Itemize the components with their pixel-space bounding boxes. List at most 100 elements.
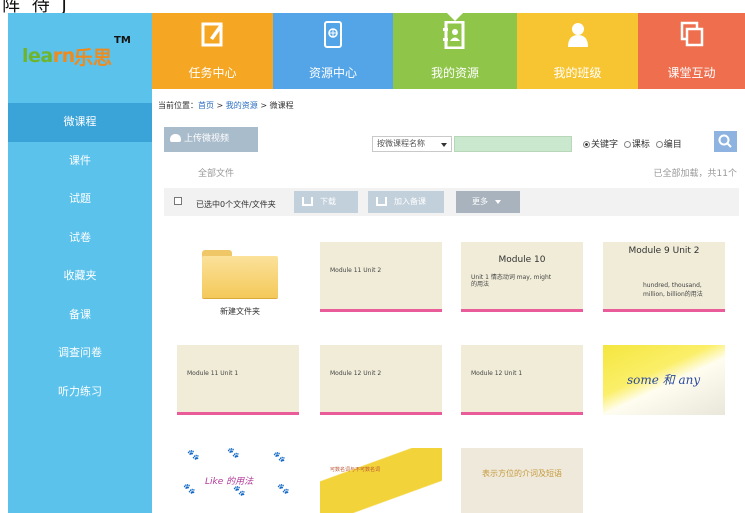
radio-label: 编目 <box>663 140 682 150</box>
download-button[interactable]: 下载 <box>294 191 358 213</box>
upload-video-button[interactable]: 上传微视频 <box>164 127 258 152</box>
select-all-checkbox[interactable] <box>174 197 182 205</box>
thumb-caption: Module 11 Unit 2 <box>330 267 382 274</box>
cart-icon <box>376 197 387 206</box>
nav-tile-my-class[interactable]: 我的班级 <box>517 13 638 89</box>
paw-icon: 🐾 <box>233 486 246 497</box>
video-thumb-like-usage[interactable]: 🐾 🐾 🐾 🐾 🐾 🐾 Like 的用法 <box>177 448 299 513</box>
nav-tile-label: 课堂互动 <box>667 66 716 80</box>
search-type-select[interactable]: 按微课程名称 <box>372 136 452 152</box>
more-button[interactable]: 更多 <box>456 191 520 213</box>
upload-button-label: 上传微视频 <box>184 134 230 144</box>
search-mode-radios: 关键字 课标 编目 <box>583 137 685 150</box>
chevron-down-icon <box>495 200 501 204</box>
video-thumb-prepositions[interactable]: 表示方位的介词及短语 <box>461 448 583 513</box>
copy-windows-icon <box>680 21 703 47</box>
thumb-title: Module 10 <box>498 255 546 265</box>
nav-tile-label: 我的班级 <box>553 66 602 80</box>
logo-tm: TM <box>114 35 131 46</box>
video-thumb-countable-nouns[interactable]: 可数名词与不可数名词 <box>320 448 442 513</box>
selected-count-text: 已选中0个文件/文件夹 <box>196 200 276 209</box>
person-icon <box>567 23 588 47</box>
thumb-background <box>320 448 442 513</box>
thumb-caption: 可数名词与不可数名词 <box>330 467 381 473</box>
paw-icon: 🐾 <box>273 452 286 463</box>
thumb-caption: 的用法 <box>471 281 490 288</box>
all-files-label[interactable]: 全部文件 <box>198 166 234 179</box>
video-thumb-module11-unit1[interactable]: Module 11 Unit 1 <box>177 345 299 415</box>
paw-icon: 🐾 <box>277 484 290 495</box>
breadcrumb-separator: > <box>257 101 270 110</box>
video-thumb-module12-unit1[interactable]: Module 12 Unit 1 <box>461 345 583 415</box>
radio-dot-icon <box>655 141 663 148</box>
sidebar: learn 乐思 TM 微课程 课件 试题 试卷 收藏夹 备课 调查问卷 听力练… <box>8 13 152 513</box>
nav-tile-label: 我的资源 <box>430 66 479 80</box>
search-button[interactable] <box>714 131 737 152</box>
cloud-upload-icon <box>170 134 181 142</box>
video-thumb-module11-unit2[interactable]: Module 11 Unit 2 <box>320 242 442 312</box>
logo-word: learn <box>22 45 75 67</box>
sidebar-item-lesson-prep[interactable]: 备课 <box>8 296 152 335</box>
radio-dot-icon <box>583 141 590 148</box>
paw-icon: 🐾 <box>183 484 196 495</box>
thumb-title: Module 9 Unit 2 <box>628 246 700 256</box>
thumb-title: 表示方位的介词及短语 <box>482 469 562 478</box>
sidebar-menu: 微课程 课件 试题 试卷 收藏夹 备课 调查问卷 听力练习 <box>8 103 152 411</box>
action-bar: 已选中0个文件/文件夹 下载 加入备课 更多 <box>164 188 739 216</box>
sidebar-item-courseware[interactable]: 课件 <box>8 142 152 181</box>
thumb-title: some 和 any <box>627 373 701 387</box>
sidebar-item-favorites[interactable]: 收藏夹 <box>8 257 152 296</box>
breadcrumb-current: 微课程 <box>269 101 294 110</box>
nav-tile-my-resources[interactable]: 我的资源 <box>393 13 517 89</box>
radio-catalog[interactable]: 编目 <box>655 137 682 150</box>
tablet-globe-icon <box>324 21 342 48</box>
radio-keyword[interactable]: 关键字 <box>583 137 618 150</box>
thumb-caption: Module 12 Unit 2 <box>330 370 382 377</box>
logo-chinese: 乐思 <box>74 47 113 69</box>
nav-tile-tasks[interactable]: 任务中心 <box>152 13 273 89</box>
search-input[interactable] <box>454 136 572 152</box>
thumb-caption: million, billion的用法 <box>643 291 703 298</box>
radio-label: 课标 <box>631 140 650 150</box>
sidebar-item-micro-course[interactable]: 微课程 <box>8 103 152 142</box>
download-label: 下载 <box>320 197 336 206</box>
thumb-title: Like 的用法 <box>205 477 254 487</box>
chevron-down-icon <box>441 143 447 147</box>
video-thumb-some-any[interactable]: some 和 any <box>603 345 725 415</box>
folder-icon[interactable] <box>202 250 278 300</box>
radio-curriculum[interactable]: 课标 <box>623 137 650 150</box>
breadcrumb-my-resources[interactable]: 我的资源 <box>226 101 258 110</box>
paw-icon: 🐾 <box>227 448 240 459</box>
folder-name[interactable]: 新建文件夹 <box>202 306 278 317</box>
video-thumb-module10-unit1[interactable]: Module 10 Unit 1 情态动词 may, might 的用法 <box>461 242 583 312</box>
nav-tile-resource-center[interactable]: 资源中心 <box>273 13 393 89</box>
learn-logo: learn 乐思 TM <box>8 13 152 103</box>
loaded-count-text: 已全部加载，共11个 <box>653 169 737 179</box>
sidebar-item-papers[interactable]: 试卷 <box>8 219 152 258</box>
search-type-value: 按微课程名称 <box>377 139 425 148</box>
nav-tile-classroom[interactable]: 课堂互动 <box>638 13 745 89</box>
sidebar-item-survey[interactable]: 调查问卷 <box>8 334 152 373</box>
thumb-caption: Module 11 Unit 1 <box>187 370 239 377</box>
add-to-lesson-label: 加入备课 <box>394 197 426 206</box>
radio-dot-icon <box>623 141 631 148</box>
thumb-caption: hundred, thousand, <box>643 282 702 289</box>
video-thumb-module12-unit2[interactable]: Module 12 Unit 2 <box>320 345 442 415</box>
nav-tile-label: 资源中心 <box>308 66 357 80</box>
video-thumb-module9-unit2[interactable]: Module 9 Unit 2 hundred, thousand, milli… <box>603 242 725 312</box>
top-navigation: 任务中心 资源中心 我的资源 我的班级 课堂互动 <box>152 13 745 89</box>
radio-label: 关键字 <box>591 140 619 150</box>
sidebar-item-listening[interactable]: 听力练习 <box>8 373 152 412</box>
address-book-icon <box>443 21 465 49</box>
thumb-caption: Module 12 Unit 1 <box>471 370 523 377</box>
window-fragment-text: 阵 待 J <box>2 0 70 13</box>
breadcrumb-prefix: 当前位置： <box>158 101 198 110</box>
add-to-lesson-button[interactable]: 加入备课 <box>368 191 444 213</box>
more-label: 更多 <box>472 197 488 206</box>
paw-icon: 🐾 <box>187 450 200 461</box>
nav-tile-label: 任务中心 <box>188 66 237 80</box>
breadcrumb-home[interactable]: 首页 <box>198 101 214 110</box>
sidebar-item-questions[interactable]: 试题 <box>8 180 152 219</box>
breadcrumb: 当前位置：首页 > 我的资源 > 微课程 <box>158 100 294 111</box>
breadcrumb-separator: > <box>214 101 226 110</box>
